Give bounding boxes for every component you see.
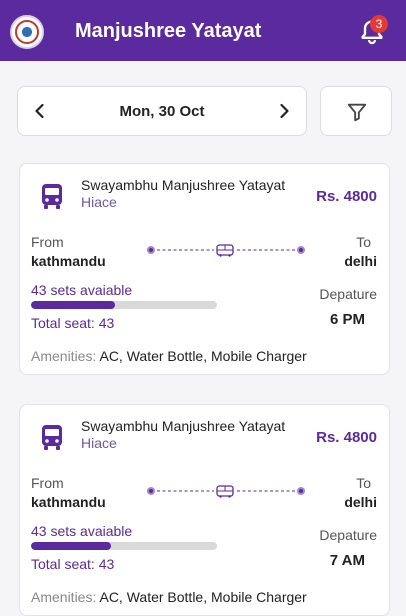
logo-emblem (15, 20, 39, 44)
route-line (147, 244, 305, 257)
trip-card[interactable]: Swayambhu Manjushree Yatayat Hiace Rs. 4… (19, 163, 390, 375)
fare-price: Rs. 4800 (316, 188, 377, 205)
from-label: From (31, 475, 64, 491)
departure-label: Depature (319, 527, 377, 543)
seats-available: 43 sets avaiable (31, 523, 133, 539)
to-city: delhi (344, 253, 377, 269)
seat-progress-fill (31, 542, 111, 550)
from-label: From (31, 234, 64, 250)
route-line (147, 485, 305, 498)
departure-label: Depature (319, 286, 377, 302)
app-bar: Manjushree Yatayat 3 (0, 0, 406, 61)
amenities-list: AC, Water Bottle, Mobile Charger (99, 589, 307, 605)
fare-price: Rs. 4800 (316, 429, 377, 446)
to-label: To (356, 475, 371, 491)
chevron-right-icon[interactable] (274, 101, 294, 121)
notification-badge: 3 (370, 15, 388, 33)
logo (10, 15, 44, 49)
total-seat: Total seat: 43 (31, 556, 115, 572)
from-city: kathmandu (31, 253, 106, 269)
seats-available: 43 sets avaiable (31, 282, 133, 298)
vehicle-type: Hiace (81, 435, 117, 451)
app-title: Manjushree Yatayat (75, 20, 262, 42)
bus-route-icon (216, 485, 234, 498)
amenities-label: Amenities: (31, 348, 97, 364)
operator-name: Swayambhu Manjushree Yatayat (81, 418, 286, 434)
total-seat: Total seat: 43 (31, 315, 115, 331)
selected-date[interactable]: Mon, 30 Oct (18, 103, 306, 120)
bus-icon (42, 184, 62, 209)
seat-progress-bar (31, 542, 217, 550)
vehicle-type: Hiace (81, 194, 117, 210)
seat-progress-bar (31, 301, 217, 309)
departure-time: 7 AM (329, 552, 365, 569)
from-city: kathmandu (31, 494, 106, 510)
amenities-label: Amenities: (31, 589, 97, 605)
filter-button[interactable] (320, 86, 392, 136)
operator-name: Swayambhu Manjushree Yatayat (81, 177, 286, 193)
departure-time: 6 PM (329, 311, 365, 328)
amenities: Amenities: AC, Water Bottle, Mobile Char… (31, 589, 307, 605)
to-label: To (356, 234, 371, 250)
to-city: delhi (344, 494, 377, 510)
trip-card[interactable]: Swayambhu Manjushree Yatayat Hiace Rs. 4… (19, 404, 390, 616)
amenities-list: AC, Water Bottle, Mobile Charger (99, 348, 307, 364)
bus-icon (42, 425, 62, 450)
amenities: Amenities: AC, Water Bottle, Mobile Char… (31, 348, 307, 364)
seat-progress-fill (31, 301, 115, 309)
filter-icon (347, 103, 367, 122)
date-selector: Mon, 30 Oct (17, 86, 307, 136)
bus-route-icon (216, 244, 234, 257)
